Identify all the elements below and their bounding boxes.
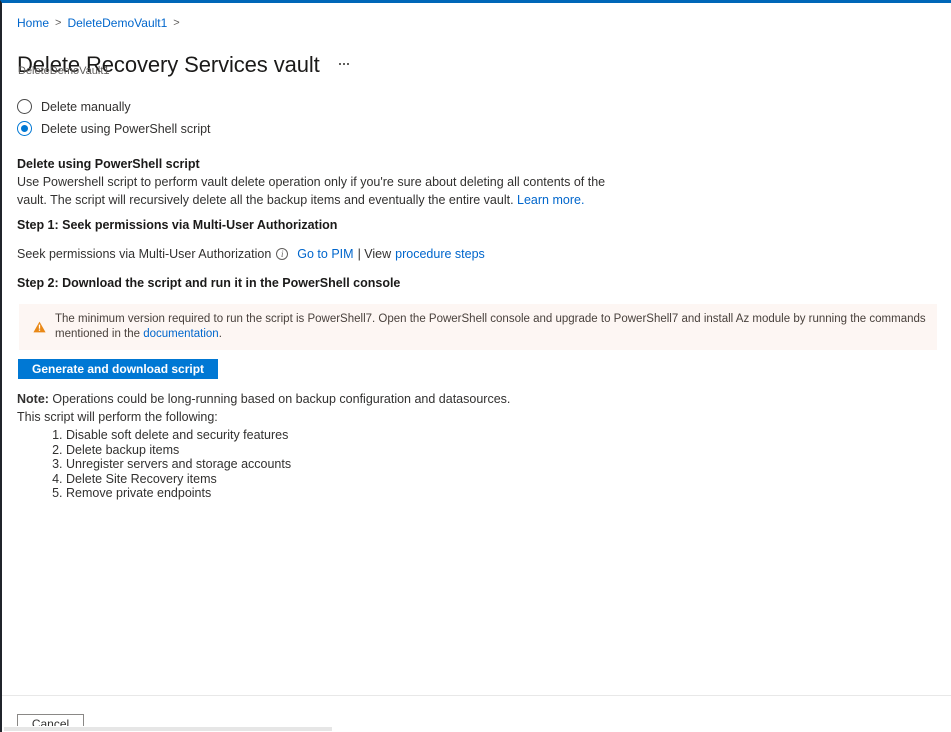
radio-label-delete-using-powershell: Delete using PowerShell script [41, 121, 211, 136]
breadcrumb: Home > DeleteDemoVault1 > [17, 15, 180, 31]
delete-vault-blade: Home > DeleteDemoVault1 > Delete Recover… [2, 6, 951, 732]
note-text: Operations could be long-running based o… [48, 392, 511, 406]
info-icon[interactable]: i [276, 248, 289, 260]
procedure-steps-link[interactable]: procedure steps [395, 245, 485, 263]
horizontal-scrollbar-thumb[interactable] [4, 727, 332, 731]
radio-delete-manually[interactable]: Delete manually [17, 96, 211, 117]
step1-middle-text: | View [357, 247, 392, 261]
go-to-pim-link[interactable]: Go to PIM [297, 245, 353, 263]
radio-mark-selected-icon [17, 121, 32, 136]
breadcrumb-item-vault[interactable]: DeleteDemoVault1 [67, 15, 167, 31]
list-item: Remove private endpoints [66, 486, 291, 501]
step2-heading: Step 2: Download the script and run it i… [17, 276, 401, 290]
note-second-line: This script will perform the following: [17, 410, 218, 424]
more-options-icon[interactable] [336, 59, 352, 71]
warning-triangle-icon [33, 321, 46, 333]
radio-mark-icon [17, 99, 32, 114]
ellipsis-dot [342, 62, 345, 65]
ellipsis-dot [346, 62, 349, 65]
step1-row: Seek permissions via Multi-User Authoriz… [17, 245, 485, 263]
breadcrumb-separator-icon-2: > [173, 17, 180, 29]
breadcrumb-item-home[interactable]: Home [17, 15, 49, 31]
list-item: Delete backup items [66, 443, 291, 458]
warning-suffix: . [218, 328, 222, 340]
footer-divider [2, 695, 951, 696]
step1-text: Seek permissions via Multi-User Authoriz… [17, 247, 272, 261]
list-item: Delete Site Recovery items [66, 472, 291, 487]
warning-text: The minimum version required to run the … [55, 312, 927, 342]
page-subtitle: DeleteDemoVault1 [18, 65, 110, 77]
documentation-link[interactable]: documentation [143, 328, 218, 340]
warning-banner: The minimum version required to run the … [19, 304, 937, 350]
note-paragraph: Note: Operations could be long-running b… [17, 390, 657, 426]
breadcrumb-separator-icon: > [55, 17, 62, 29]
radio-delete-using-powershell[interactable]: Delete using PowerShell script [17, 118, 211, 139]
step1-heading: Step 1: Seek permissions via Multi-User … [17, 218, 338, 232]
note-label: Note: [17, 392, 49, 406]
section-description: Use Powershell script to perform vault d… [17, 173, 617, 209]
section-heading: Delete using PowerShell script [17, 157, 200, 171]
ellipsis-dot [338, 62, 341, 65]
script-actions-list: Disable soft delete and security feature… [40, 428, 291, 501]
learn-more-link[interactable]: Learn more. [517, 193, 584, 207]
list-item: Disable soft delete and security feature… [66, 428, 291, 443]
list-item: Unregister servers and storage accounts [66, 457, 291, 472]
radio-label-delete-manually: Delete manually [41, 99, 131, 114]
azure-portal-blade: Home > DeleteDemoVault1 > Delete Recover… [0, 0, 951, 732]
delete-mode-radio-group: Delete manually Delete using PowerShell … [17, 96, 211, 139]
generate-and-download-script-button[interactable]: Generate and download script [18, 359, 219, 379]
horizontal-scrollbar[interactable] [2, 726, 951, 732]
